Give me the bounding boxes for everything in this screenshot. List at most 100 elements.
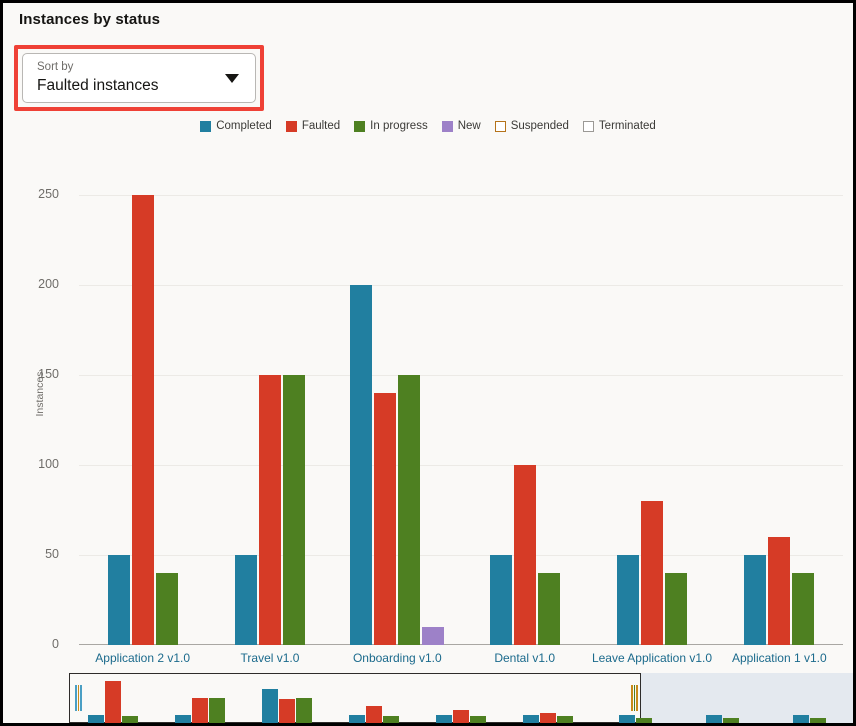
x-axis-category-label[interactable]: Dental v1.0	[461, 651, 588, 665]
mini-bar	[278, 699, 295, 723]
mini-bar	[722, 717, 739, 723]
range-handle-left[interactable]	[75, 685, 83, 711]
y-axis-tick: 50	[45, 547, 59, 561]
mini-bar	[104, 681, 121, 723]
bar-completed[interactable]	[489, 555, 512, 645]
bar-in-progress[interactable]	[664, 573, 687, 645]
mini-bar-group	[330, 673, 417, 723]
mini-bar	[540, 712, 557, 723]
legend-swatch-icon	[441, 120, 453, 132]
bar-completed[interactable]	[350, 285, 373, 645]
sort-by-dropdown[interactable]: Sort by Faulted instances	[22, 53, 256, 103]
legend-item[interactable]: Terminated	[582, 120, 656, 132]
x-axis-category-label[interactable]: Application 1 v1.0	[716, 651, 843, 665]
bar-group	[206, 195, 333, 645]
legend-item[interactable]: In progress	[354, 120, 428, 132]
mini-bar	[191, 697, 208, 723]
y-axis-label: Instances	[34, 371, 46, 417]
chart-canvas: Instances 0 50 100 150 200 250 Application 2 v…	[3, 143, 853, 668]
range-track[interactable]	[69, 673, 853, 723]
mini-bar	[365, 706, 382, 723]
mini-bar	[557, 716, 574, 723]
mini-bar-group	[156, 673, 243, 723]
bar-completed[interactable]	[744, 555, 767, 645]
bar-faulted[interactable]	[374, 393, 397, 645]
bar-faulted[interactable]	[258, 375, 281, 645]
legend-label: Suspended	[510, 120, 569, 132]
mini-bar	[261, 689, 278, 723]
mini-bar	[348, 714, 365, 723]
bar-in-progress[interactable]	[537, 573, 560, 645]
chevron-down-icon[interactable]	[225, 74, 239, 83]
x-axis-category-label[interactable]: Leave Application v1.0	[588, 651, 715, 665]
mini-bar	[87, 714, 104, 723]
y-axis-tick: 150	[38, 367, 59, 381]
legend-label: In progress	[370, 120, 428, 132]
x-axis-category-label[interactable]: Onboarding v1.0	[334, 651, 461, 665]
bar-completed[interactable]	[234, 555, 257, 645]
range-handle-right[interactable]	[631, 685, 639, 711]
legend-swatch-icon	[285, 120, 297, 132]
legend-label: Faulted	[301, 120, 341, 132]
legend-label: Completed	[216, 120, 272, 132]
handle-grip-line	[633, 685, 636, 711]
bar-faulted[interactable]	[513, 465, 536, 645]
mini-bar-group	[69, 673, 156, 723]
range-mini-chart	[69, 673, 853, 723]
range-selector[interactable]	[3, 665, 853, 723]
mini-bar	[809, 717, 826, 723]
mini-bar-group	[417, 673, 504, 723]
instances-by-status-panel: Instances by status Sort by Faulted inst…	[0, 0, 856, 726]
bar-group	[334, 195, 461, 645]
mini-bar	[705, 714, 722, 723]
bar-faulted[interactable]	[768, 537, 791, 645]
mini-bar	[382, 716, 399, 723]
mini-bar-group	[766, 673, 853, 723]
y-axis-tick: 200	[38, 277, 59, 291]
handle-grip-line	[80, 685, 83, 711]
bar-in-progress[interactable]	[398, 375, 421, 645]
legend-swatch-icon	[354, 120, 366, 132]
y-axis-tick: 250	[38, 187, 59, 201]
handle-grip-line	[77, 685, 80, 711]
bar-new[interactable]	[422, 627, 445, 645]
bar-group	[79, 195, 206, 645]
mini-bar	[295, 697, 312, 723]
mini-bar	[469, 716, 486, 723]
legend-label: New	[457, 120, 481, 132]
bar-in-progress[interactable]	[282, 375, 305, 645]
bar-in-progress[interactable]	[155, 573, 178, 645]
mini-bar-group	[505, 673, 592, 723]
handle-grip-line	[75, 685, 77, 711]
mini-bar	[121, 716, 138, 723]
legend-swatch-icon	[582, 120, 594, 132]
sort-by-label: Sort by	[37, 61, 74, 73]
y-axis-tick: 100	[38, 457, 59, 471]
x-axis-category-label[interactable]: Travel v1.0	[206, 651, 333, 665]
legend-item[interactable]: Faulted	[285, 120, 341, 132]
bar-completed[interactable]	[616, 555, 639, 645]
y-axis-tick: 0	[52, 637, 59, 651]
legend-swatch-icon	[494, 120, 506, 132]
mini-bar	[174, 714, 191, 723]
legend-item[interactable]: Suspended	[494, 120, 569, 132]
mini-bar	[523, 714, 540, 723]
mini-bar	[452, 709, 469, 723]
legend-swatch-icon	[200, 120, 212, 132]
bar-faulted[interactable]	[640, 501, 663, 645]
plot-area: 0 50 100 150 200 250 Application 2 v1.0 Travel …	[38, 187, 843, 665]
mini-bar-group	[679, 673, 766, 723]
legend-label: Terminated	[598, 120, 656, 132]
panel-header: Instances by status	[3, 3, 853, 35]
mini-bar	[618, 714, 635, 723]
mini-bar	[208, 697, 225, 723]
bar-faulted[interactable]	[131, 195, 154, 645]
legend-item[interactable]: Completed	[200, 120, 272, 132]
mini-bar	[792, 714, 809, 723]
mini-bar-group	[243, 673, 330, 723]
mini-bar	[435, 714, 452, 723]
x-axis-category-label[interactable]: Application 2 v1.0	[79, 651, 206, 665]
bar-completed[interactable]	[107, 555, 130, 645]
bar-in-progress[interactable]	[792, 573, 815, 645]
legend-item[interactable]: New	[441, 120, 481, 132]
